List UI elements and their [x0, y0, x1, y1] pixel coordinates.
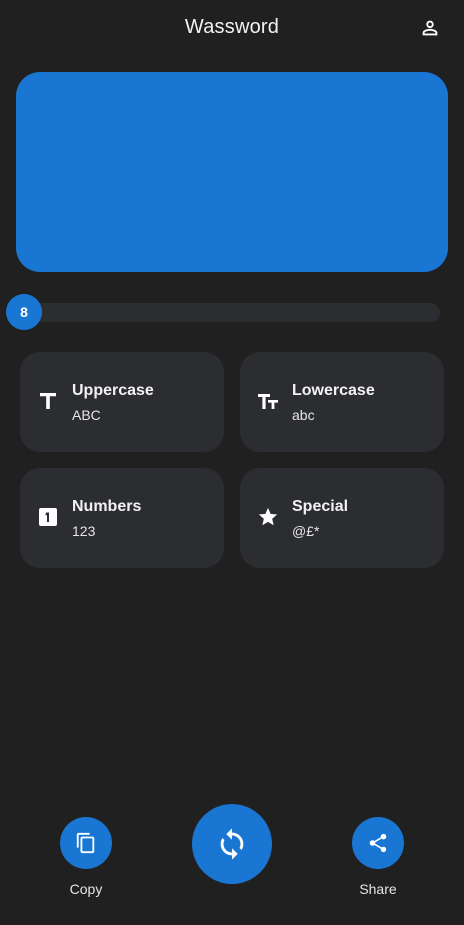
option-sample: abc: [292, 407, 315, 423]
option-label: Lowercase: [292, 382, 375, 399]
share-button[interactable]: [352, 817, 404, 869]
option-lowercase[interactable]: Lowercase abc: [240, 352, 444, 452]
text-size-icon: [37, 390, 59, 412]
sync-icon: [220, 828, 244, 860]
password-display[interactable]: [16, 72, 448, 272]
option-numbers[interactable]: Numbers 123: [20, 468, 224, 568]
app-title: Wassword: [184, 16, 280, 38]
share-icon: [369, 833, 387, 853]
slider-thumb[interactable]: 8: [6, 294, 42, 330]
copy-label: Copy: [69, 881, 103, 897]
slider-value: 8: [20, 304, 28, 320]
copy-button[interactable]: [60, 817, 112, 869]
option-special[interactable]: Special @£*: [240, 468, 444, 568]
option-label: Numbers: [72, 498, 142, 515]
slider-track[interactable]: [24, 303, 440, 322]
option-uppercase[interactable]: Uppercase ABC: [20, 352, 224, 452]
text-fields-icon: [257, 390, 279, 412]
option-sample: ABC: [72, 407, 101, 423]
looks-one-icon: [37, 506, 59, 528]
option-sample: @£*: [292, 523, 320, 539]
app-root: Wassword 8 Uppercase ABC Lowercase abc N…: [0, 0, 464, 925]
regenerate-button[interactable]: [192, 804, 272, 884]
account-button[interactable]: [418, 16, 442, 40]
option-sample: 123: [72, 523, 96, 539]
share-label: Share: [359, 881, 397, 897]
option-label: Uppercase: [72, 382, 154, 399]
copy-icon: [76, 832, 95, 854]
star-icon: [257, 506, 279, 528]
top-app-bar: Wassword: [0, 0, 464, 58]
length-slider[interactable]: 8: [6, 294, 440, 330]
person-outline-icon: [422, 20, 438, 36]
option-label: Special: [292, 498, 349, 515]
